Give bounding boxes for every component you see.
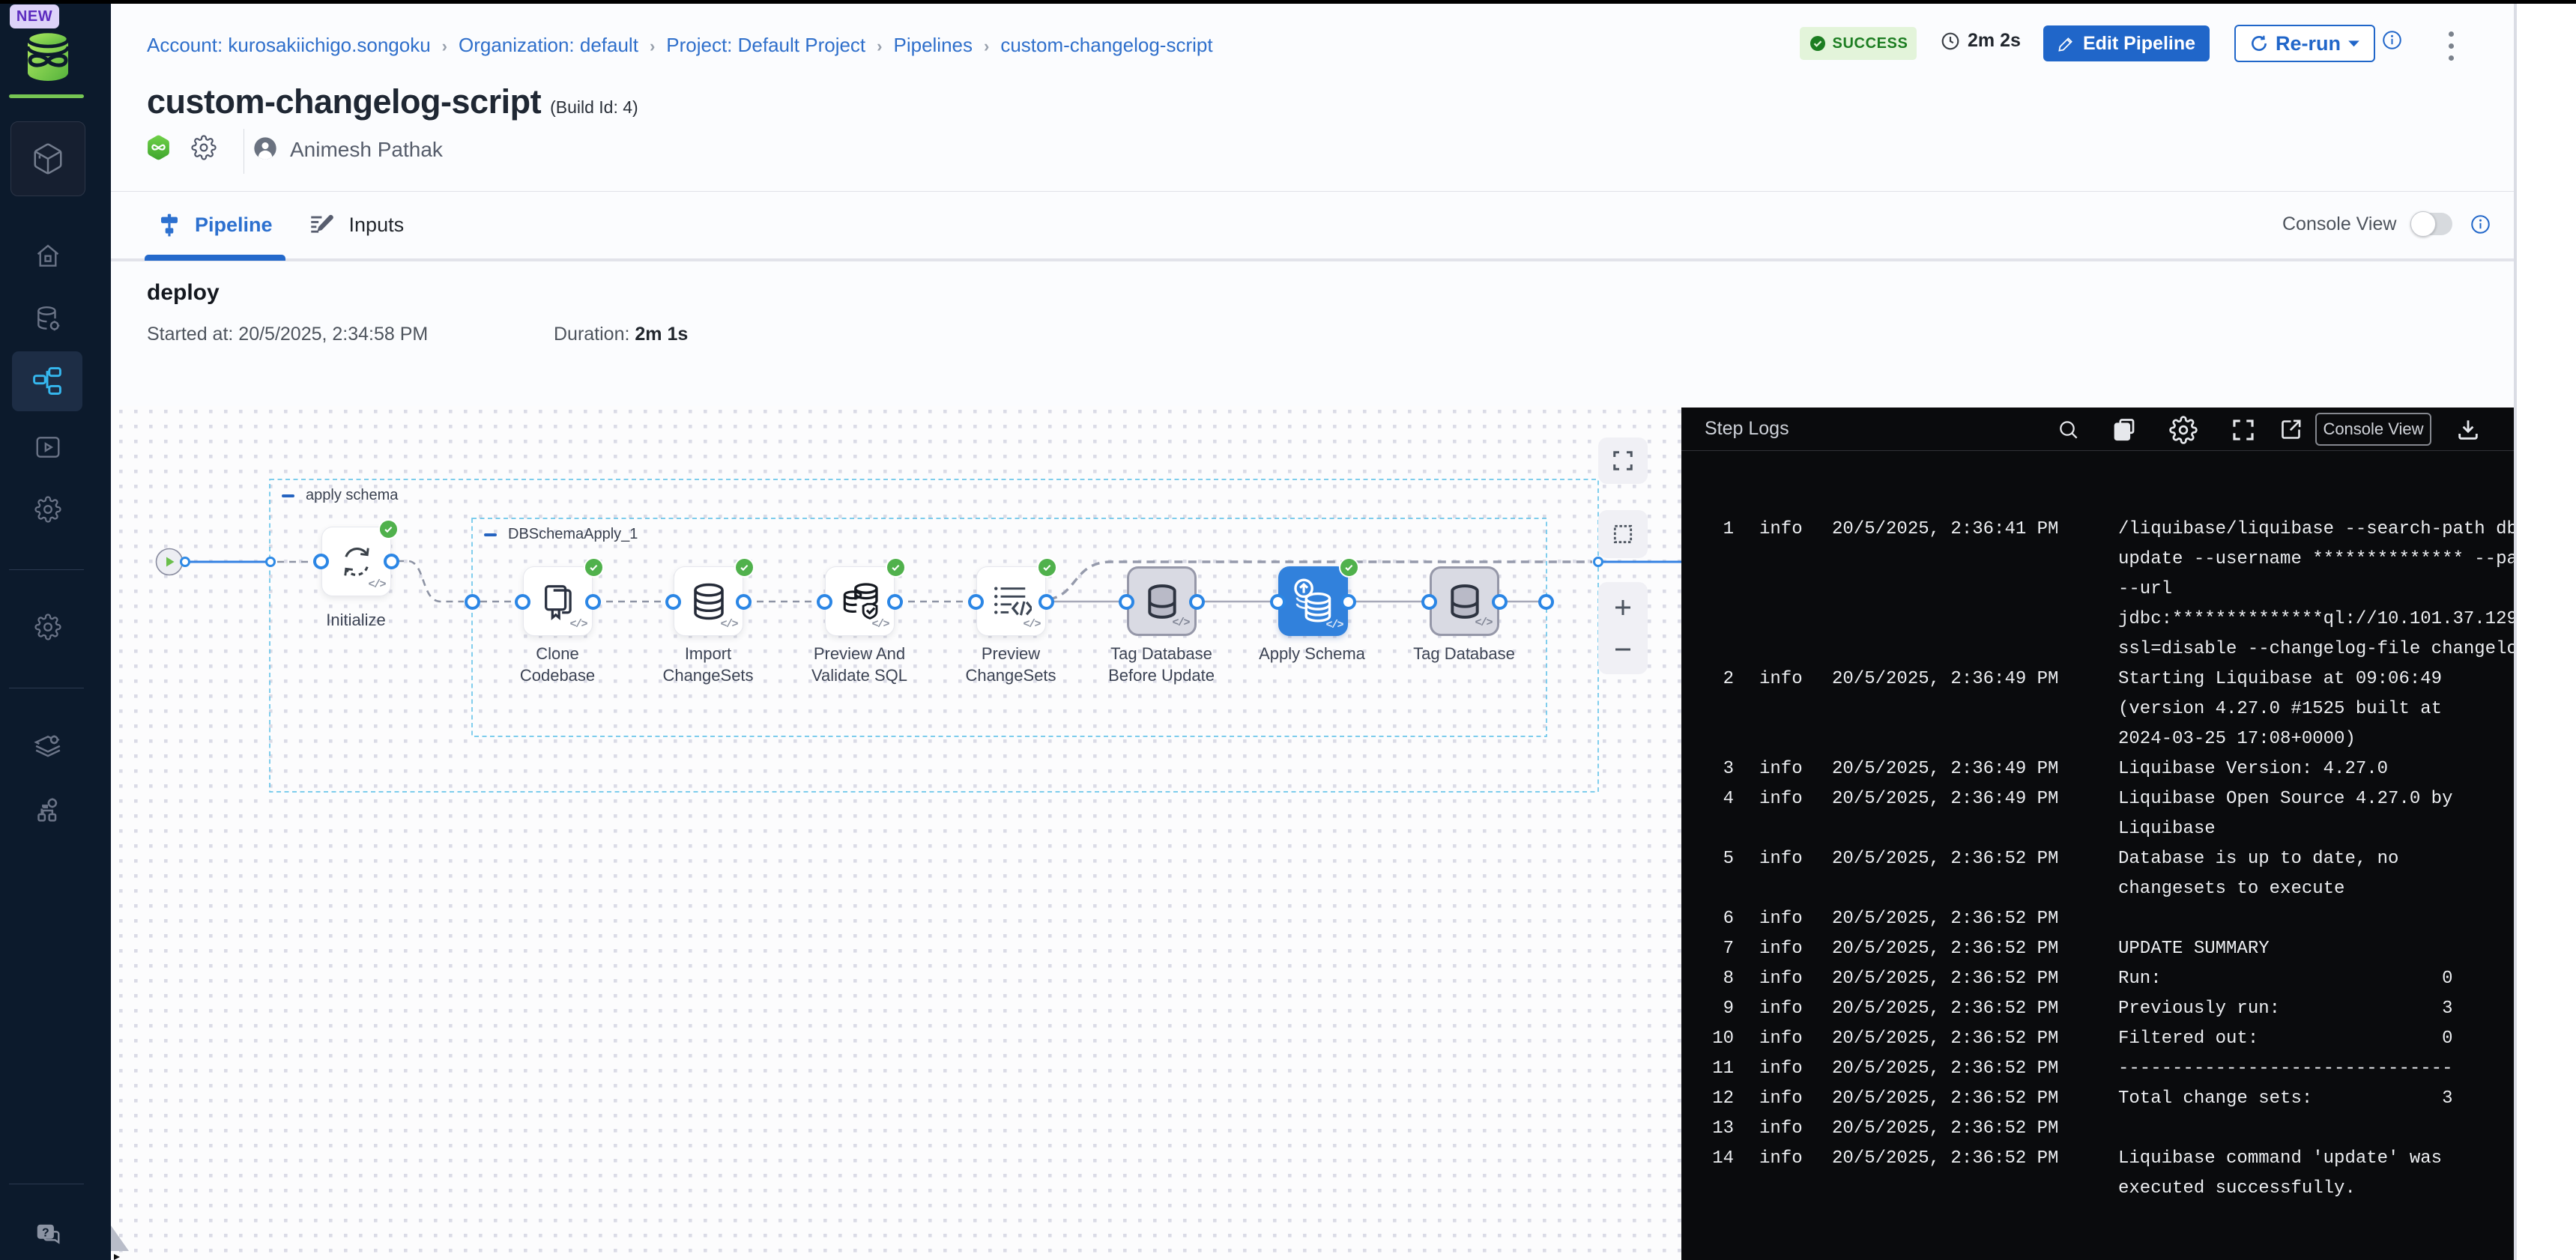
svg-text:?: ? <box>42 1227 49 1240</box>
